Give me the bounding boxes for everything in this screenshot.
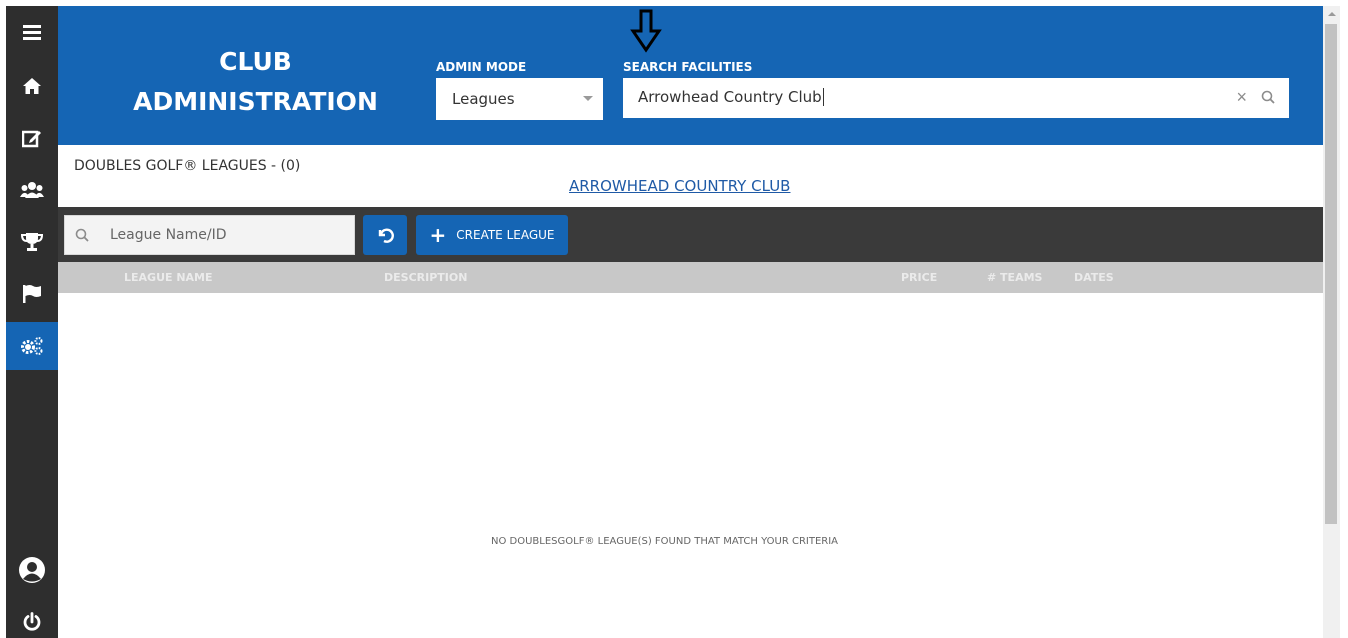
edit-icon[interactable] [6, 114, 58, 162]
facility-search-value: Arrowhead Country Club [638, 88, 824, 106]
gears-icon[interactable] [6, 322, 58, 370]
leagues-heading: DOUBLES GOLF® LEAGUES - (0) [74, 158, 301, 174]
arrow-down-icon [630, 9, 662, 53]
users-icon[interactable] [6, 166, 58, 214]
vertical-scrollbar[interactable] [1323, 6, 1340, 638]
column-price[interactable]: PRICE [901, 271, 937, 284]
column-dates[interactable]: DATES [1074, 271, 1114, 284]
empty-message: NO DOUBLESGOLF® LEAGUE(S) FOUND THAT MAT… [491, 536, 839, 547]
admin-mode-select[interactable]: Leagues [436, 78, 603, 120]
league-search-input[interactable]: League Name/ID [64, 215, 355, 255]
home-icon[interactable] [6, 62, 58, 110]
clear-icon[interactable]: × [1236, 87, 1247, 108]
app-root: CLUB ADMINISTRATION ADMIN MODE Leagues S… [0, 0, 1348, 638]
sidebar [6, 6, 58, 638]
scroll-up-icon[interactable] [1323, 6, 1340, 22]
reset-button[interactable] [363, 215, 407, 255]
league-search-placeholder: League Name/ID [110, 227, 227, 243]
trophy-icon[interactable] [6, 218, 58, 266]
table-header: LEAGUE NAME DESCRIPTION PRICE # TEAMS DA… [58, 262, 1323, 293]
column-description[interactable]: DESCRIPTION [384, 271, 467, 284]
facility-search-input[interactable]: Arrowhead Country Club × [623, 78, 1289, 118]
create-league-label: CREATE LEAGUE [456, 228, 555, 242]
search-facilities-label: SEARCH FACILITIES [623, 60, 753, 74]
title-line-2: ADMINISTRATION [133, 87, 378, 116]
search-icon[interactable] [1261, 90, 1275, 104]
profile-icon[interactable] [6, 546, 58, 594]
admin-mode-value: Leagues [452, 90, 515, 108]
undo-icon [378, 228, 394, 243]
search-icon [75, 228, 89, 242]
menu-icon[interactable] [6, 8, 58, 56]
plus-icon: + [429, 223, 447, 247]
chevron-down-icon [583, 96, 593, 101]
header-bar: CLUB ADMINISTRATION ADMIN MODE Leagues S… [58, 6, 1323, 145]
title-line-1: CLUB [219, 47, 292, 76]
create-league-button[interactable]: + CREATE LEAGUE [416, 215, 568, 255]
page-title: CLUB ADMINISTRATION [128, 42, 383, 122]
facility-link[interactable]: ARROWHEAD COUNTRY CLUB [569, 177, 790, 195]
column-teams[interactable]: # TEAMS [987, 271, 1042, 284]
league-toolbar: League Name/ID + CREATE LEAGUE [58, 207, 1323, 262]
power-icon[interactable] [6, 598, 58, 638]
column-league-name[interactable]: LEAGUE NAME [124, 271, 213, 284]
scroll-thumb[interactable] [1325, 24, 1337, 524]
admin-mode-label: ADMIN MODE [436, 60, 527, 74]
flag-icon[interactable] [6, 270, 58, 318]
